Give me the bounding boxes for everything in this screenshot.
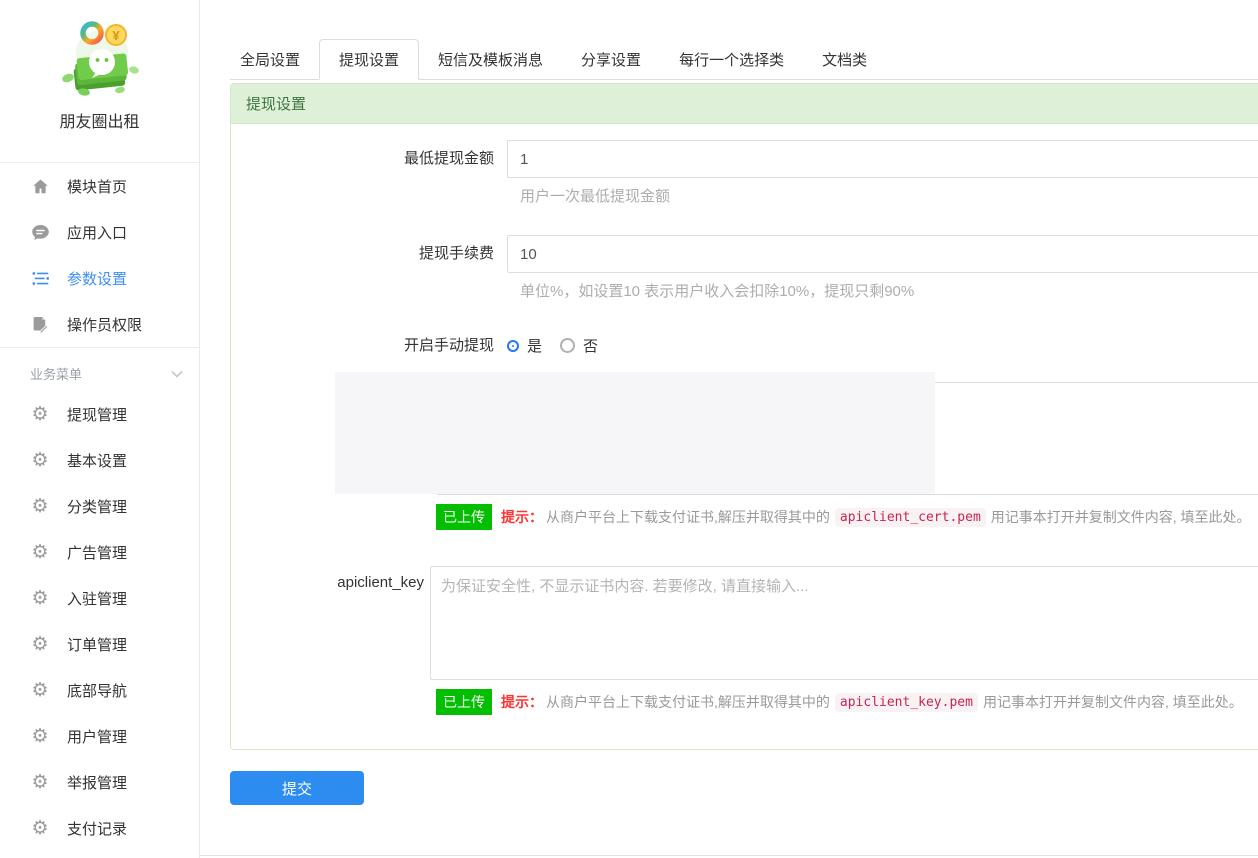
tip-text-after: 用记事本打开并复制文件内容, 填至此处。 — [991, 507, 1251, 527]
tip-text-before: 从商户平台上下载支付证书,解压并取得其中的 — [546, 507, 830, 527]
sidebar-item-label: 操作员权限 — [67, 314, 142, 335]
cert-filename-code: apiclient_cert.pem — [835, 508, 986, 527]
radio-no-label[interactable]: 否 — [583, 335, 598, 356]
field-label: apiclient_key — [231, 566, 430, 680]
field-hint: 用户一次最低提现金额 — [520, 185, 1258, 206]
sidebar-item-parameter-settings[interactable]: 参数设置 — [0, 255, 199, 301]
gear-icon: ⚙ — [30, 819, 50, 838]
sidebar-item-label: 订单管理 — [67, 634, 127, 655]
sidebar-item-label: 分类管理 — [67, 496, 127, 517]
doc-edit-icon — [30, 315, 50, 334]
tip-text-before: 从商户平台上下载支付证书,解压并取得其中的 — [546, 692, 830, 712]
sidebar-item-app-entry[interactable]: 应用入口 — [0, 209, 199, 255]
withdraw-settings-panel: 提现设置 最低提现金额 用户一次最低提现金额 提现手续费 单位%，如设置10 表… — [230, 83, 1258, 750]
bottom-divider — [200, 855, 1258, 856]
radio-yes-label[interactable]: 是 — [527, 335, 542, 356]
gear-icon: ⚙ — [30, 497, 50, 516]
sidebar-item-label: 入驻管理 — [67, 588, 127, 609]
tip-text-after: 用记事本打开并复制文件内容, 填至此处。 — [983, 692, 1243, 712]
withdraw-fee-input[interactable] — [507, 235, 1258, 273]
app-title: 朋友圈出租 — [0, 108, 199, 132]
sidebar-item-operator-permissions[interactable]: 操作员权限 — [0, 301, 199, 347]
sidebar-item-label: 模块首页 — [67, 176, 127, 197]
sidebar: ¥ 朋友圈出租 模块首页 应用入口 — [0, 0, 200, 858]
radio-yes-selected[interactable] — [509, 342, 517, 350]
sidebar-item-withdraw-management[interactable]: ⚙ 提现管理 — [0, 391, 199, 437]
field-label: 提现手续费 — [231, 235, 507, 273]
gear-icon: ⚙ — [30, 681, 50, 700]
sidebar-item-label: 底部导航 — [67, 680, 127, 701]
field-hint: 单位%，如设置10 表示用户收入会扣除10%，提现只剩90% — [520, 280, 1258, 301]
sidebar-item-report-management[interactable]: ⚙ 举报管理 — [0, 759, 199, 805]
sidebar-item-module-home[interactable]: 模块首页 — [0, 163, 199, 209]
sidebar-item-merchant-entry-management[interactable]: ⚙ 入驻管理 — [0, 575, 199, 621]
tip-label: 提示： — [501, 507, 543, 527]
gear-icon: ⚙ — [30, 543, 50, 562]
tab-documents[interactable]: 文档类 — [803, 40, 886, 79]
gear-icon: ⚙ — [30, 589, 50, 608]
sidebar-item-label: 应用入口 — [67, 222, 127, 243]
tab-one-choice-per-line[interactable]: 每行一个选择类 — [660, 40, 803, 79]
main-content: 全局设置 提现设置 短信及模板消息 分享设置 每行一个选择类 文档类 提现设置 … — [200, 0, 1258, 805]
sidebar-item-basic-settings[interactable]: ⚙ 基本设置 — [0, 437, 199, 483]
sidebar-item-label: 提现管理 — [67, 404, 127, 425]
submit-button[interactable]: 提交 — [230, 771, 364, 805]
svg-text:¥: ¥ — [112, 28, 120, 43]
field-label: 开启手动提现 — [231, 336, 507, 356]
panel-title: 提现设置 — [231, 84, 1258, 124]
sidebar-item-user-management[interactable]: ⚙ 用户管理 — [0, 713, 199, 759]
sidebar-item-category-management[interactable]: ⚙ 分类管理 — [0, 483, 199, 529]
key-filename-code: apiclient_key.pem — [835, 693, 978, 712]
field-label: 最低提现金额 — [231, 140, 507, 178]
sidebar-item-label: 基本设置 — [67, 450, 127, 471]
uploaded-badge: 已上传 — [436, 689, 492, 715]
panel-body: 最低提现金额 用户一次最低提现金额 提现手续费 单位%，如设置10 表示用户收入… — [231, 124, 1258, 749]
sidebar-item-label: 参数设置 — [67, 268, 127, 289]
cert-upload-tip: 已上传 提示： 从商户平台上下载支付证书,解压并取得其中的 apiclient_… — [436, 504, 1258, 530]
gear-icon: ⚙ — [30, 635, 50, 654]
list-icon — [30, 269, 50, 288]
form-row-withdraw-fee: 提现手续费 — [231, 235, 1258, 273]
app-logo: ¥ 朋友圈出租 — [0, 0, 199, 162]
form-row-min-withdraw-amount: 最低提现金额 — [231, 140, 1258, 178]
chat-icon — [30, 223, 50, 242]
app-logo-illustration: ¥ — [50, 18, 150, 104]
sidebar-section-business-menu[interactable]: 业务菜单 — [0, 348, 199, 391]
key-upload-tip: 已上传 提示： 从商户平台上下载支付证书,解压并取得其中的 apiclient_… — [436, 689, 1258, 715]
home-icon — [30, 177, 50, 196]
form-row-apiclient-cert — [231, 382, 1258, 495]
apiclient-key-textarea[interactable] — [430, 566, 1258, 680]
gear-icon: ⚙ — [30, 727, 50, 746]
sidebar-item-label: 用户管理 — [67, 726, 127, 747]
form-row-manual-withdraw: 开启手动提现 是 否 — [231, 335, 1258, 356]
sidebar-item-label: 举报管理 — [67, 772, 127, 793]
gear-icon: ⚙ — [30, 773, 50, 792]
min-withdraw-amount-input[interactable] — [507, 140, 1258, 178]
sidebar-item-payment-records[interactable]: ⚙ 支付记录 — [0, 805, 199, 851]
sidebar-section-label: 业务菜单 — [30, 364, 82, 383]
sidebar-item-bottom-navigation[interactable]: ⚙ 底部导航 — [0, 667, 199, 713]
tip-label: 提示： — [501, 692, 543, 712]
settings-tabs: 全局设置 提现设置 短信及模板消息 分享设置 每行一个选择类 文档类 — [230, 39, 1258, 80]
sidebar-item-label: 广告管理 — [67, 542, 127, 563]
sidebar-item-ad-management[interactable]: ⚙ 广告管理 — [0, 529, 199, 575]
form-row-apiclient-key: apiclient_key — [231, 566, 1258, 680]
sidebar-item-label: 支付记录 — [67, 818, 127, 839]
tab-withdraw-settings[interactable]: 提现设置 — [319, 39, 419, 80]
uploaded-badge: 已上传 — [436, 504, 492, 530]
gear-icon: ⚙ — [30, 451, 50, 470]
gear-icon: ⚙ — [30, 405, 50, 424]
cert-privacy-overlay — [335, 372, 935, 494]
tab-share-settings[interactable]: 分享设置 — [562, 40, 660, 79]
sidebar-item-order-management[interactable]: ⚙ 订单管理 — [0, 621, 199, 667]
radio-no-unselected[interactable] — [560, 338, 575, 353]
chevron-down-icon — [171, 366, 183, 381]
tab-global-settings[interactable]: 全局设置 — [230, 40, 319, 79]
tab-sms-template-messages[interactable]: 短信及模板消息 — [419, 40, 562, 79]
